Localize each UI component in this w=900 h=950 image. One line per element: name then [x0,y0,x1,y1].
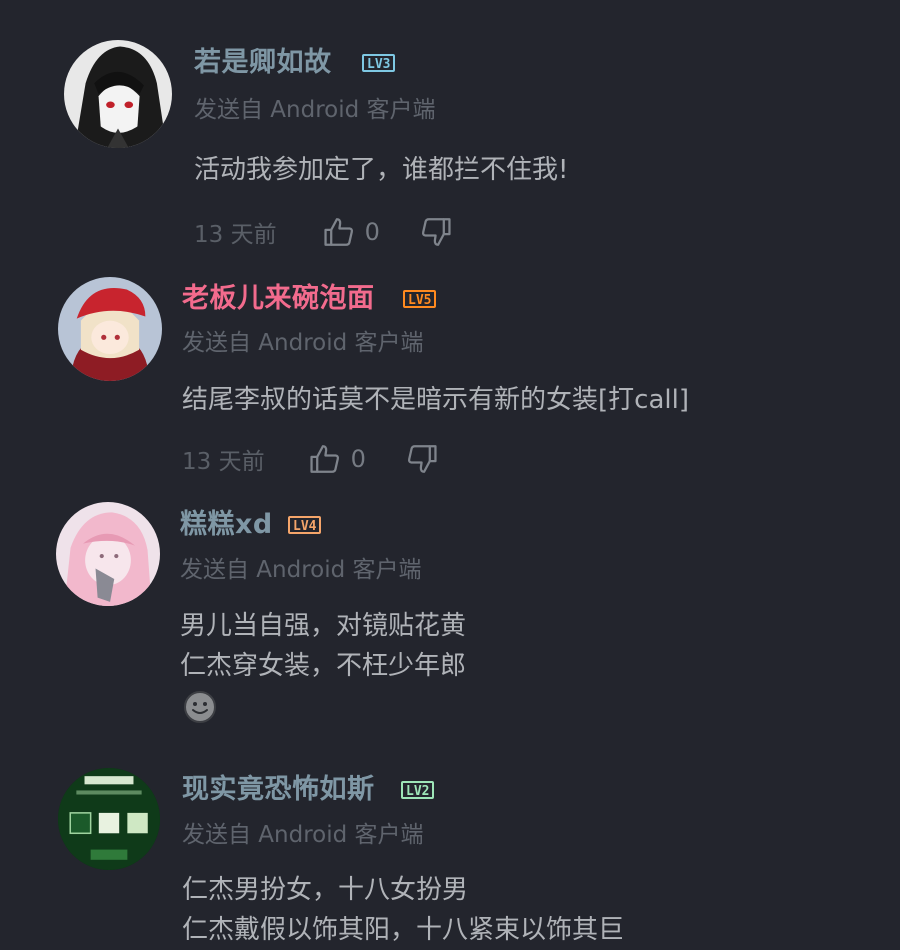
source-label: 发送自 Android 客户端 [194,97,436,123]
dislike-button[interactable] [402,439,442,479]
comment-emoji-line [182,686,218,726]
comment-list: 若是卿如故 LV3 发送自 Android 客户端 活动我参加定了，谁都拦不住我… [0,0,900,950]
avatar[interactable] [58,277,162,381]
source-label: 发送自 Android 客户端 [182,822,424,848]
level-badge: LV2 [401,781,435,799]
avatar[interactable] [58,768,160,870]
thumbs-up-icon [309,445,339,473]
dislike-button[interactable] [416,212,456,252]
avatar[interactable] [64,40,172,148]
source-label: 发送自 Android 客户端 [180,557,422,583]
username[interactable]: 老板儿来碗泡面 [182,282,375,316]
comment-text: 仁杰男扮女，十八女扮男 [182,875,469,905]
username[interactable]: 若是卿如故 [194,46,332,80]
comment-text: 结尾李叔的话莫不是暗示有新的女装[打call] [182,385,689,415]
timestamp: 13 天前 [194,222,277,248]
comment-text: 男儿当自强，对镜贴花黄 [180,611,467,641]
level-badge: LV4 [288,516,322,534]
grin-emoji [184,690,216,723]
source-label: 发送自 Android 客户端 [182,330,424,356]
username[interactable]: 现实竟恐怖如斯 [182,773,375,807]
comment-text: 仁杰戴假以饰其阳，十八紧束以饰其巨 [182,915,625,945]
comment-text: 活动我参加定了，谁都拦不住我! [194,155,569,185]
level-badge: LV3 [362,54,396,72]
level-badge: LV5 [403,290,437,308]
comment-meta: 13 天前 0 [194,212,456,252]
timestamp: 13 天前 [182,449,265,475]
avatar[interactable] [56,502,160,606]
thumbs-down-icon [407,445,437,473]
username[interactable]: 糕糕xd [180,508,273,542]
like-count: 0 [350,445,366,473]
thumbs-up-icon [323,218,353,246]
comment-text: 仁杰穿女装，不枉少年郎 [180,651,467,681]
thumbs-down-icon [421,218,451,246]
like-button[interactable] [319,212,359,252]
comment-meta: 13 天前 0 [182,439,442,479]
like-button[interactable] [305,439,345,479]
like-count: 0 [364,218,380,246]
